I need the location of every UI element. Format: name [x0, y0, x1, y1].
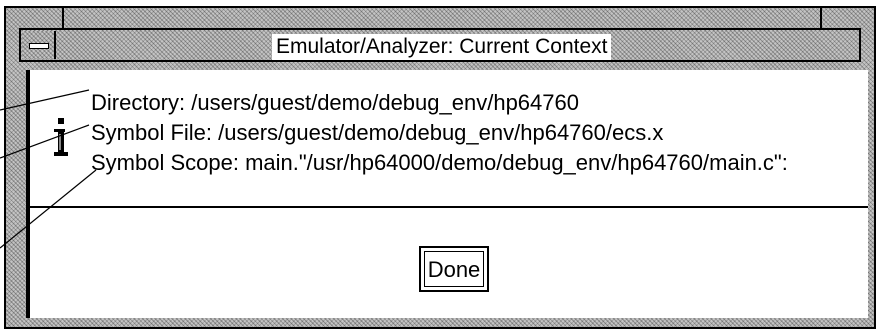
callout-line-symbol-scope — [0, 169, 97, 249]
callout-line-symbol-file — [0, 124, 90, 159]
callout-lines — [0, 89, 97, 249]
callout-line-directory — [0, 89, 90, 111]
